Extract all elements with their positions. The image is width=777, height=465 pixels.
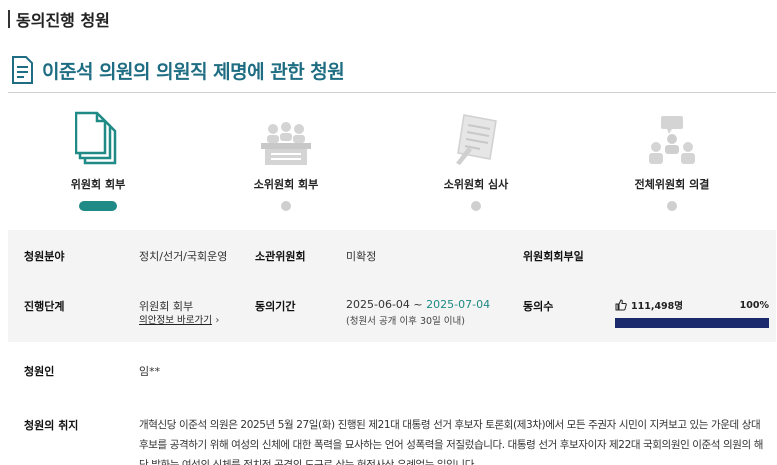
period-start: 2025-06-04 ~ xyxy=(346,298,423,311)
section-header: 동의진행 청원 xyxy=(8,8,110,30)
petitioner-value: 임** xyxy=(139,365,161,378)
petitioner-row: 청원인 임** xyxy=(8,345,776,395)
section-header-bar xyxy=(8,10,10,28)
step-label: 전체위원회 의결 xyxy=(634,178,710,191)
document-icon xyxy=(12,56,33,84)
period-range: 2025-06-04 ~ 2025-07-04 xyxy=(346,298,490,311)
progress-steps: 위원회 회부 소위원회 회부 소위원회 심사 전체위원회 의결 xyxy=(0,105,777,215)
petitioner-label: 청원인 xyxy=(24,365,55,378)
step-indicator xyxy=(471,201,481,211)
step-subcommittee-review: 소위원회 심사 xyxy=(406,105,546,211)
committee-value: 미확정 xyxy=(346,250,377,263)
step-label: 소위원회 회부 xyxy=(253,178,319,191)
field-value: 정치/선거/국회운영 xyxy=(139,250,228,263)
bill-info-link-text[interactable]: 의안정보 바로가기 xyxy=(139,315,212,326)
committee-label: 소관위원회 xyxy=(255,250,306,263)
step-committee-referral: 위원회 회부 xyxy=(28,105,168,211)
purpose-row: 청원의 취지 개혁신당 이준석 의원은 2025년 5월 27일(화) 진행된 … xyxy=(8,405,776,465)
bill-info-link[interactable]: 의안정보 바로가기 › xyxy=(139,312,219,326)
consent-progress-fill xyxy=(615,318,769,328)
step-label: 위원회 회부 xyxy=(70,178,126,191)
referral-date-label: 위원회회부일 xyxy=(523,250,584,263)
consent-progress-track xyxy=(615,318,769,328)
step-subcommittee-referral: 소위원회 회부 xyxy=(216,105,356,211)
petition-title-row: 이준석 의원의 의원직 제명에 관한 청원 xyxy=(10,56,345,84)
documents-icon xyxy=(75,111,117,165)
period-end: 2025-07-04 xyxy=(426,298,491,311)
step-indicator xyxy=(281,201,291,211)
stage-label: 진행단계 xyxy=(24,300,65,313)
step-indicator-active xyxy=(79,201,117,211)
thumbs-up-icon xyxy=(615,299,627,311)
meeting-icon xyxy=(261,122,311,165)
period-note: (청원서 공개 이후 30일 이내) xyxy=(346,316,465,327)
step-label: 소위원회 심사 xyxy=(443,178,509,191)
consent-label: 동의수 xyxy=(523,300,554,313)
review-icon xyxy=(456,114,497,165)
consent-percent: 100% xyxy=(739,299,769,311)
step-indicator xyxy=(667,201,677,211)
title-divider xyxy=(8,92,776,93)
chevron-right-icon[interactable]: › xyxy=(215,315,219,326)
field-label: 청원분야 xyxy=(24,250,65,263)
petition-title: 이준석 의원의 의원직 제명에 관한 청원 xyxy=(42,60,345,83)
consent-count: 111,498명 xyxy=(615,298,683,312)
consent-count-text: 111,498명 xyxy=(631,301,684,312)
period-label: 동의기간 xyxy=(255,300,296,313)
purpose-text: 개혁신당 이준석 의원은 2025년 5월 27일(화) 진행된 제21대 대통… xyxy=(139,419,763,465)
assembly-icon xyxy=(649,116,695,164)
step-full-committee-resolution: 전체위원회 의결 xyxy=(602,105,742,211)
section-title: 동의진행 청원 xyxy=(16,11,110,30)
consent-progress: 111,498명 100% xyxy=(615,297,769,328)
purpose-label: 청원의 취지 xyxy=(24,419,79,432)
